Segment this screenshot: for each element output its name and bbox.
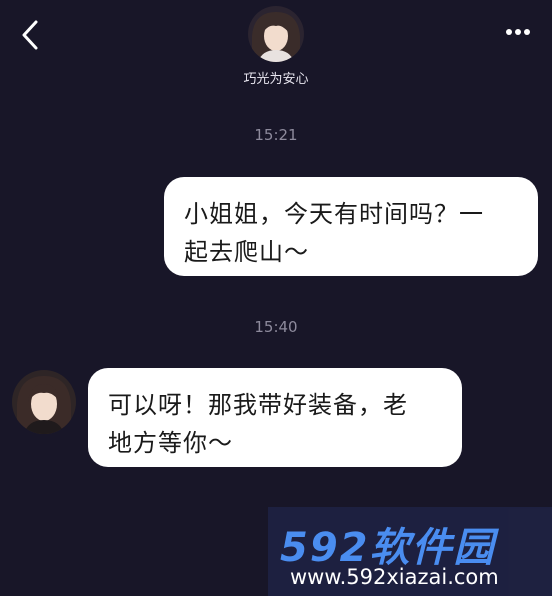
message-text-line: 小姐姐，今天有时间吗？一: [184, 200, 484, 228]
message-text-line: 起去爬山～: [184, 238, 309, 266]
message-timestamp: 15:40: [254, 318, 298, 336]
back-button[interactable]: [16, 18, 46, 52]
message-timestamp: 15:21: [254, 126, 298, 144]
watermark: 592软件园 www.592xiazai.com: [268, 507, 552, 596]
incoming-message-bubble[interactable]: 可以呀！那我带好装备，老 地方等你～: [88, 368, 462, 467]
more-dots-icon: [506, 29, 530, 35]
contact-name: 巧光为安心: [243, 72, 309, 87]
contact-avatar[interactable]: [248, 6, 304, 62]
chat-header: 巧光为安心: [0, 0, 552, 100]
watermark-url: www.592xiazai.com: [290, 565, 499, 589]
message-text-line: 地方等你～: [108, 429, 233, 457]
message-text-line: 可以呀！那我带好装备，老: [108, 391, 408, 419]
sender-avatar[interactable]: [12, 370, 76, 434]
chevron-left-icon: [22, 20, 38, 50]
more-button[interactable]: [500, 20, 536, 44]
outgoing-message-bubble[interactable]: 小姐姐，今天有时间吗？一 起去爬山～: [164, 177, 538, 276]
